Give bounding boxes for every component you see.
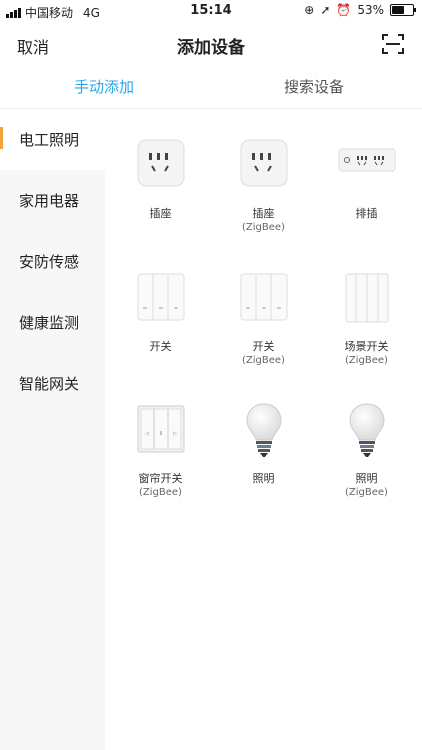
device-switch[interactable]: 开关 — [108, 270, 213, 354]
battery-icon — [390, 4, 416, 16]
device-name: 场景开关 — [344, 340, 389, 353]
active-indicator — [0, 127, 3, 149]
device-name: 照明 — [252, 472, 275, 485]
sidebar-item-smart-gateway[interactable]: 智能网关 — [0, 353, 105, 414]
device-name: 排插 — [355, 207, 378, 220]
device-power-strip[interactable]: 排插 — [314, 137, 419, 221]
device-name: 开关 — [252, 340, 275, 353]
device-protocol: (ZigBee) — [345, 487, 388, 498]
sidebar-item-electrical-lighting[interactable]: 电工照明 — [0, 109, 105, 170]
bulb-icon — [245, 403, 282, 457]
sidebar-item-label: 智能网关 — [19, 375, 80, 393]
device-switch-zigbee[interactable]: 开关 (ZigBee) — [211, 270, 316, 368]
svg-text:◁: ◁ — [145, 431, 149, 437]
socket-icon — [137, 139, 184, 187]
bulb-icon — [348, 403, 385, 457]
sidebar-item-home-appliances[interactable]: 家用电器 — [0, 170, 105, 231]
power-strip-icon — [338, 148, 395, 172]
device-protocol: (ZigBee) — [345, 355, 388, 366]
tab-search-device[interactable]: 搜索设备 — [284, 76, 344, 97]
device-curtain-switch-zigbee[interactable]: ◁ Ⅱ ▷ 窗帘开关 (ZigBee) — [108, 402, 213, 500]
sidebar-item-security-sensors[interactable]: 安防传感 — [0, 231, 105, 292]
device-lighting-zigbee[interactable]: 照明 (ZigBee) — [314, 402, 419, 500]
navbar: 取消 添加设备 — [0, 22, 422, 66]
curtain-switch-icon: ◁ Ⅱ ▷ — [137, 405, 184, 453]
scene-switch-icon — [345, 273, 388, 323]
svg-text:Ⅱ: Ⅱ — [159, 431, 161, 437]
status-bar: 中国移动 4G 15:14 ⊕ ➚ ⏰ 53% — [0, 0, 422, 22]
device-name: 照明 — [355, 472, 378, 485]
device-protocol: (ZigBee) — [139, 487, 182, 498]
sidebar-item-label: 健康监测 — [19, 314, 80, 332]
category-sidebar: 电工照明 家用电器 安防传感 健康监测 智能网关 — [0, 109, 105, 750]
device-socket[interactable]: 插座 — [108, 137, 213, 221]
device-name: 窗帘开关 — [138, 472, 183, 485]
alarm-icon: ⏰ — [336, 3, 352, 17]
sidebar-item-label: 安防传感 — [19, 253, 80, 271]
tab-manual-add[interactable]: 手动添加 — [74, 76, 134, 97]
device-name: 插座 — [149, 207, 172, 220]
page-title: 添加设备 — [177, 38, 245, 58]
sidebar-item-label: 电工照明 — [19, 131, 80, 149]
battery-percent: 53% — [357, 3, 384, 17]
switch-icon — [240, 273, 287, 321]
sidebar-item-label: 家用电器 — [19, 192, 80, 210]
location-icon: ➚ — [320, 3, 331, 17]
sidebar-item-health-monitoring[interactable]: 健康监测 — [0, 292, 105, 353]
switch-icon — [137, 273, 184, 321]
socket-icon — [240, 139, 287, 187]
cancel-button[interactable]: 取消 — [17, 34, 49, 58]
device-protocol: (ZigBee) — [242, 355, 285, 366]
device-scene-switch-zigbee[interactable]: 场景开关 (ZigBee) — [314, 270, 419, 368]
lock-rotation-icon: ⊕ — [304, 3, 315, 17]
device-socket-zigbee[interactable]: 插座 (ZigBee) — [211, 137, 316, 235]
scan-icon[interactable] — [382, 33, 404, 55]
tab-bar: 手动添加 搜索设备 — [0, 66, 422, 109]
device-name: 开关 — [149, 340, 172, 353]
device-name: 插座 — [252, 207, 275, 220]
device-grid: 插座 插座 (ZigBee) 排插 开关 开关 (ZigBee) 场景开关 (Z… — [105, 109, 422, 750]
device-protocol: (ZigBee) — [242, 222, 285, 233]
device-lighting[interactable]: 照明 — [211, 402, 316, 486]
svg-text:▷: ▷ — [173, 431, 177, 437]
